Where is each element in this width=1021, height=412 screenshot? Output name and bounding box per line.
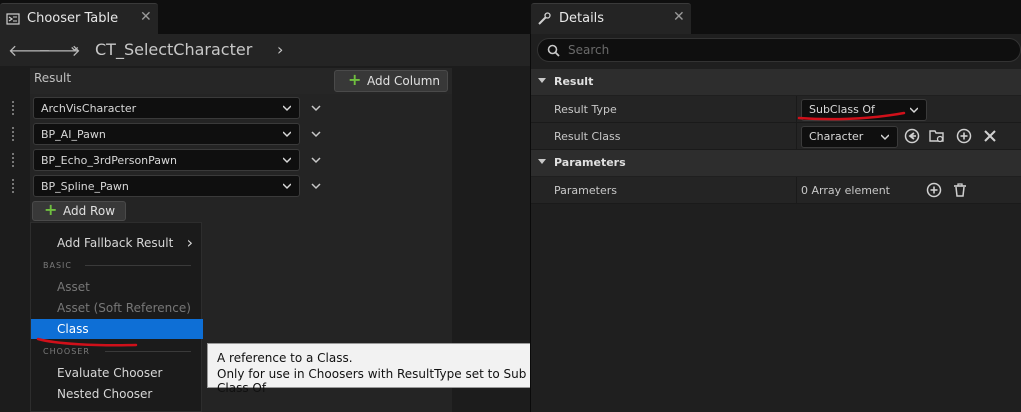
details-icon (538, 12, 551, 25)
use-selected-icon[interactable] (904, 128, 920, 144)
add-column-button[interactable]: + Add Column (334, 70, 448, 92)
result-combo-row-3[interactable]: BP_Echo_3rdPersonPawn (33, 149, 300, 171)
column-divider (796, 123, 797, 150)
menu-item-asset-soft: Asset (Soft Reference) (57, 301, 191, 315)
result-combo-row-4[interactable]: BP_Spline_Pawn (33, 175, 300, 197)
chevron-down-icon[interactable] (311, 182, 321, 190)
result-combo-row-2[interactable]: BP_AI_Pawn (33, 123, 300, 145)
chevron-down-icon[interactable] (311, 130, 321, 138)
row-drag-handle[interactable] (12, 153, 16, 167)
property-label: Result Class (554, 130, 621, 143)
chevron-down-icon[interactable] (311, 156, 321, 164)
collapse-arrow-icon (538, 78, 546, 83)
chooser-toolbar: 🡐 🡒 ⌄ CT_SelectCharacter › (0, 34, 530, 66)
breadcrumb-chevron-icon[interactable]: › (277, 40, 283, 59)
tooltip-line-2: Only for use in Choosers with ResultType… (217, 367, 527, 395)
property-row-result-type: Result Type SubClass Of (531, 96, 1021, 123)
tab-details-label: Details (559, 11, 605, 26)
breadcrumb[interactable]: CT_SelectCharacter (95, 40, 252, 59)
chevron-down-icon (283, 131, 291, 138)
property-row-result-class: Result Class Character (531, 123, 1021, 150)
tooltip-line-1: A reference to a Class. (217, 351, 353, 365)
result-combo-row-1[interactable]: ArchVisCharacter (33, 97, 300, 119)
menu-section-basic: BASIC (43, 261, 72, 270)
collapse-arrow-icon (538, 159, 546, 164)
chevron-down-icon (283, 157, 291, 164)
property-row-parameters: Parameters 0 Array element (531, 177, 1021, 204)
add-column-label: Add Column (367, 74, 441, 88)
category-result[interactable]: Result (531, 69, 1021, 95)
column-divider (796, 177, 797, 204)
browse-icon[interactable] (929, 128, 945, 144)
add-row-button[interactable]: + Add Row (32, 200, 126, 221)
submenu-arrow-icon: › (186, 233, 193, 252)
category-result-label: Result (554, 75, 594, 88)
result-class-value: Character (809, 130, 864, 143)
menu-item-add-fallback[interactable]: Add Fallback Result › (31, 233, 203, 253)
result-value: BP_AI_Pawn (41, 128, 106, 141)
tooltip: A reference to a Class. Only for use in … (207, 343, 553, 395)
menu-item-asset: Asset (57, 280, 90, 294)
tab-chooser-table[interactable]: Chooser Table ✕ (0, 3, 158, 34)
chevron-down-icon[interactable] (311, 104, 321, 112)
add-element-icon[interactable] (926, 182, 942, 198)
result-value: ArchVisCharacter (41, 102, 137, 115)
search-icon (547, 44, 560, 57)
menu-item-nested-chooser[interactable]: Nested Chooser (31, 384, 203, 404)
parameters-value: 0 Array element (801, 184, 890, 197)
chevron-down-icon (910, 107, 918, 114)
annotation-underline (797, 111, 906, 121)
search-placeholder: Search (568, 43, 610, 57)
row-drag-handle[interactable] (12, 127, 16, 141)
chooser-table-icon (6, 13, 20, 25)
add-element-icon[interactable] (956, 128, 972, 144)
close-icon[interactable]: ✕ (140, 9, 152, 25)
chevron-down-icon (881, 134, 889, 141)
history-dropdown-icon[interactable]: ⌄ (68, 36, 81, 55)
tab-details[interactable]: Details ✕ (531, 3, 691, 34)
menu-separator (105, 351, 191, 352)
plus-icon: + (44, 200, 58, 219)
clear-icon[interactable] (982, 128, 998, 144)
category-parameters[interactable]: Parameters (531, 150, 1021, 176)
result-column-label: Result (34, 71, 72, 85)
menu-item-evaluate-chooser[interactable]: Evaluate Chooser (31, 363, 203, 383)
close-icon[interactable]: ✕ (673, 9, 685, 25)
search-input[interactable]: Search (537, 38, 1021, 62)
chevron-down-icon (283, 105, 291, 112)
property-label: Parameters (554, 184, 617, 197)
row-drag-handle[interactable] (12, 179, 16, 193)
menu-separator (85, 265, 191, 266)
add-row-label: Add Row (63, 204, 116, 218)
tab-chooser-table-label: Chooser Table (27, 11, 119, 26)
annotation-underline (36, 337, 138, 347)
plus-icon: + (348, 70, 362, 89)
details-empty-area (531, 205, 1021, 412)
result-value: BP_Echo_3rdPersonPawn (41, 154, 178, 167)
result-class-picker[interactable]: Character (801, 126, 898, 148)
result-value: BP_Spline_Pawn (41, 180, 129, 193)
category-parameters-label: Parameters (554, 156, 626, 169)
trash-icon[interactable] (952, 182, 968, 198)
add-row-context-menu: Add Fallback Result › BASIC Asset Asset … (30, 222, 203, 412)
row-drag-handle[interactable] (12, 101, 16, 115)
chevron-down-icon (283, 183, 291, 190)
property-label: Result Type (554, 103, 617, 116)
menu-item-label: Add Fallback Result (57, 236, 174, 250)
